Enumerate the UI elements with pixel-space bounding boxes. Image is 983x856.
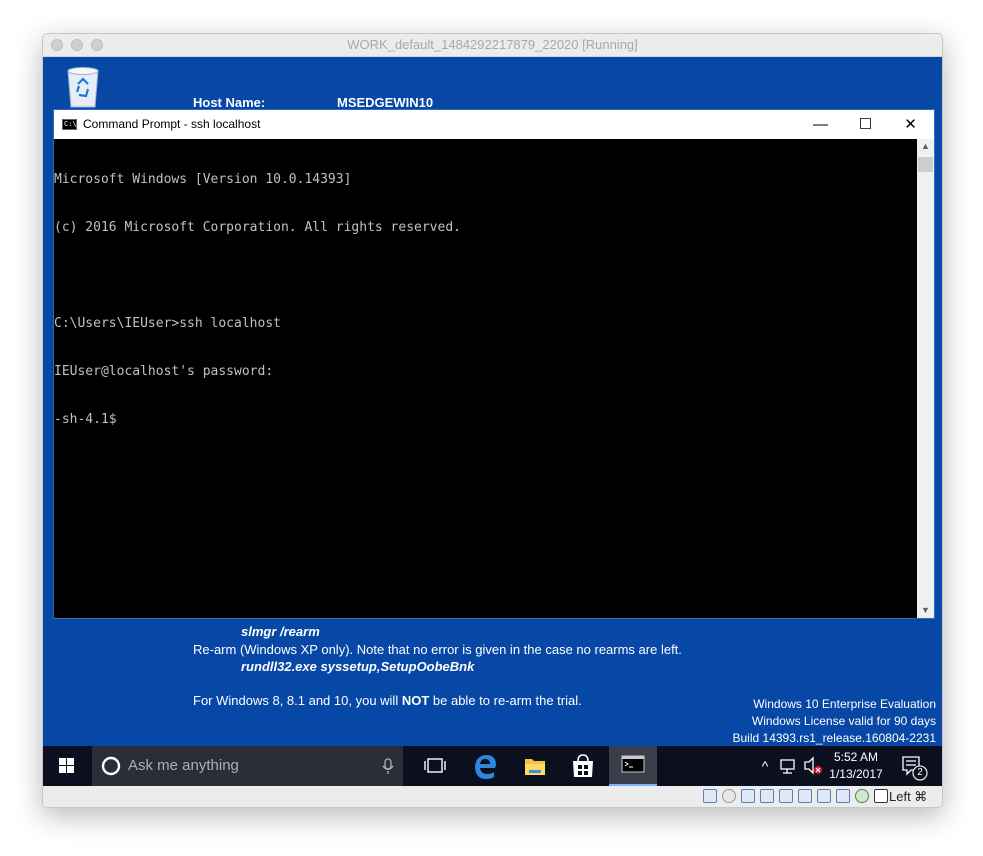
windows-start-icon[interactable] (43, 746, 91, 786)
store-icon[interactable] (561, 746, 605, 786)
mac-titlebar[interactable]: WORK_default_1484292217879_22020 [Runnin… (43, 34, 942, 57)
minimize-button[interactable]: — (798, 110, 843, 139)
win8-note-emphasis: NOT (401, 693, 430, 708)
watermark-license: Windows License valid for 90 days (751, 714, 936, 728)
console-line: IEUser@localhost's password: (54, 364, 274, 379)
file-explorer-icon[interactable] (513, 746, 557, 786)
win8-note-start: For Windows 8, 8.1 and 10, you will (193, 693, 402, 708)
network-adapter-icon[interactable] (760, 789, 774, 803)
microphone-icon[interactable] (382, 758, 394, 775)
host-name-value: MSEDGEWIN10 (337, 95, 434, 110)
windows-desktop: Host Name: MSEDGEWIN10 C:\ Command Promp… (43, 57, 942, 747)
cmd-titlebar[interactable]: C:\ Command Prompt - ssh localhost — ☐ ✕ (54, 110, 934, 139)
action-center-icon[interactable]: 2 (897, 746, 931, 786)
search-box[interactable]: Ask me anything (92, 746, 403, 786)
scroll-up-icon[interactable]: ▲ (917, 139, 934, 154)
cortana-icon (101, 756, 121, 776)
win8-note: For Windows 8, 8.1 and 10, you will NOT … (193, 693, 582, 708)
scroll-thumb[interactable] (918, 157, 933, 172)
console-line: Microsoft Windows [Version 10.0.14393] (54, 172, 352, 187)
watermark-edition: Windows 10 Enterprise Evaluation (753, 697, 936, 711)
clock[interactable]: 5:52 AM 1/13/2017 (826, 749, 886, 783)
host-name-label: Host Name: (193, 95, 266, 110)
rundll-command: rundll32.exe syssetup,SetupOobeBnk (241, 659, 475, 674)
cmd-title: Command Prompt - ssh localhost (83, 117, 261, 131)
audio-icon[interactable] (741, 789, 755, 803)
rearm-note: Re-arm (Windows XP only). Note that no e… (193, 642, 682, 657)
scroll-down-icon[interactable]: ▼ (917, 603, 934, 618)
optical-drive-icon[interactable] (722, 789, 736, 803)
host-key-label: Left ⌘ (889, 789, 928, 804)
taskbar: Ask me anything ^ 5:52 AM 1/13/2017 2 (43, 746, 942, 786)
clock-time: 5:52 AM (833, 750, 879, 764)
video-capture-icon[interactable] (836, 789, 850, 803)
console-prompt: -sh-4.1$ (54, 412, 117, 427)
virtualization-icon[interactable] (855, 789, 869, 803)
command-prompt-icon: C:\ (62, 119, 77, 130)
close-button[interactable]: ✕ (888, 110, 933, 139)
vertical-scrollbar[interactable]: ▲ ▼ (917, 139, 934, 618)
virtualbox-window: WORK_default_1484292217879_22020 [Runnin… (42, 33, 943, 808)
search-placeholder: Ask me anything (128, 757, 239, 774)
edge-icon[interactable] (464, 746, 508, 786)
watermark-build: Build 14393.rs1_release.160804-2231 (732, 731, 937, 745)
usb-icon[interactable] (779, 789, 793, 803)
network-icon[interactable] (778, 746, 800, 786)
slmgr-command: slmgr /rearm (241, 624, 320, 639)
recycle-bin-icon[interactable] (64, 65, 102, 109)
hard-disk-icon[interactable] (703, 789, 717, 803)
command-prompt-taskbar-button[interactable] (609, 746, 657, 786)
command-prompt-icon (621, 755, 645, 773)
command-prompt-window[interactable]: C:\ Command Prompt - ssh localhost — ☐ ✕… (53, 109, 935, 619)
console-line: C:\Users\IEUser>ssh localhost (54, 316, 281, 331)
task-view-icon[interactable] (413, 746, 457, 786)
volume-muted-icon[interactable] (802, 746, 824, 786)
vbox-status-bar: Left ⌘ (43, 786, 942, 807)
notification-count: 2 (917, 767, 923, 778)
maximize-button[interactable]: ☐ (843, 110, 888, 139)
console-output[interactable]: Microsoft Windows [Version 10.0.14393] (… (54, 139, 917, 619)
win8-note-end: be able to re-arm the trial. (429, 693, 582, 708)
shared-folders-icon[interactable] (798, 789, 812, 803)
keyboard-capture-icon[interactable] (874, 789, 888, 803)
display-icon[interactable] (817, 789, 831, 803)
window-title: WORK_default_1484292217879_22020 [Runnin… (347, 37, 638, 52)
clock-date: 1/13/2017 (829, 767, 883, 781)
chevron-up-icon[interactable]: ^ (756, 746, 774, 786)
console-line: (c) 2016 Microsoft Corporation. All righ… (54, 220, 461, 235)
